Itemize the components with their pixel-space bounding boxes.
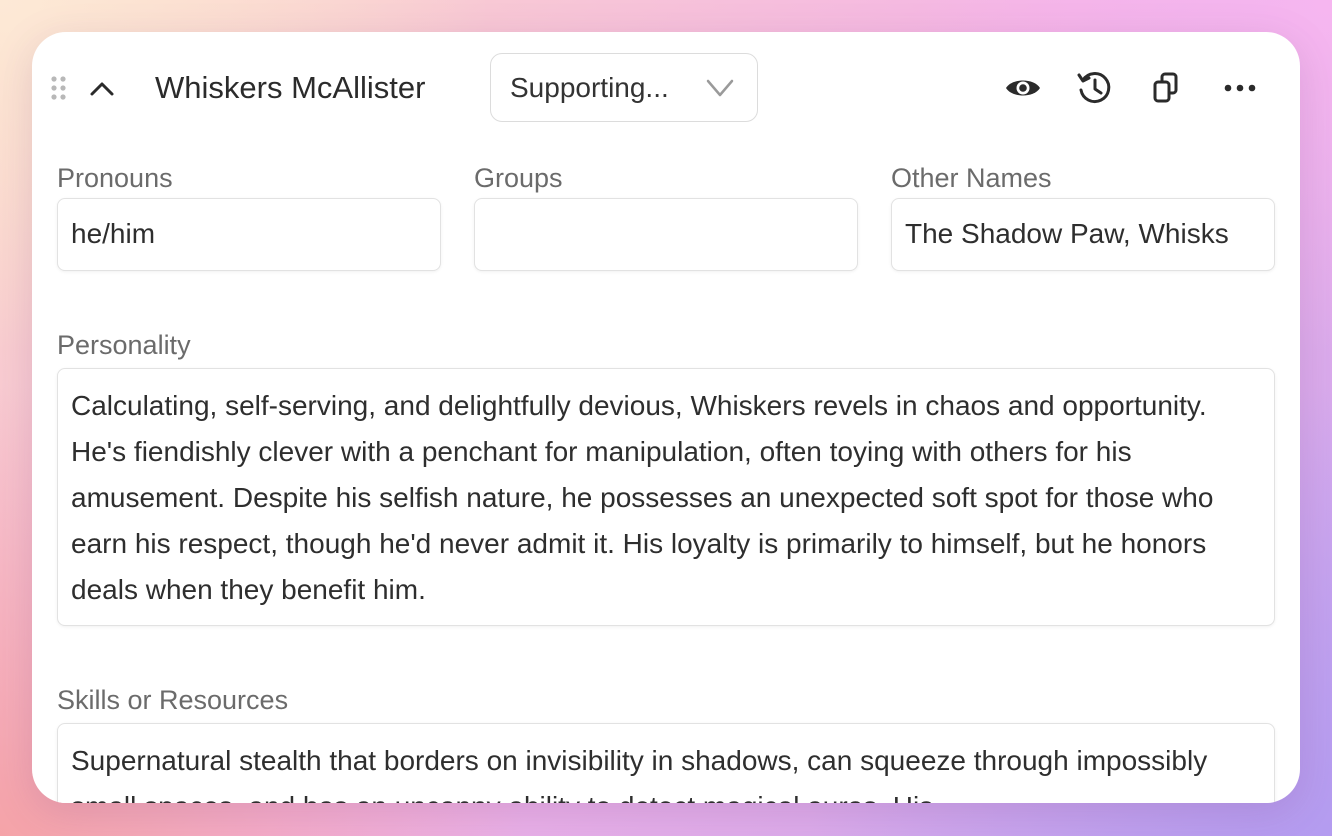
copy-icon[interactable] [1146, 68, 1186, 108]
pronouns-field[interactable]: he/him [57, 198, 441, 271]
groups-field[interactable] [474, 198, 858, 271]
other-names-field[interactable]: The Shadow Paw, Whisks [891, 198, 1275, 271]
pronouns-label: Pronouns [57, 163, 173, 193]
role-select[interactable]: Supporting... [490, 53, 758, 122]
groups-label: Groups [474, 163, 563, 193]
character-card: Whiskers McAllister Supporting... Pronou… [32, 32, 1300, 803]
chevron-up-icon[interactable] [88, 74, 116, 102]
more-icon[interactable] [1220, 68, 1260, 108]
history-icon[interactable] [1075, 68, 1115, 108]
skills-textarea[interactable]: Supernatural stealth that borders on inv… [57, 723, 1275, 803]
personality-textarea[interactable]: Calculating, self-serving, and delightfu… [57, 368, 1275, 626]
eye-icon[interactable] [1003, 68, 1043, 108]
personality-label: Personality [57, 330, 191, 360]
chevron-down-icon [705, 76, 735, 100]
skills-label: Skills or Resources [57, 685, 289, 715]
card-header: Whiskers McAllister Supporting... [32, 32, 1300, 144]
role-select-value: Supporting... [510, 72, 669, 103]
other-names-label: Other Names [891, 163, 1052, 193]
drag-handle-icon[interactable] [50, 74, 68, 102]
character-name[interactable]: Whiskers McAllister [155, 68, 425, 108]
